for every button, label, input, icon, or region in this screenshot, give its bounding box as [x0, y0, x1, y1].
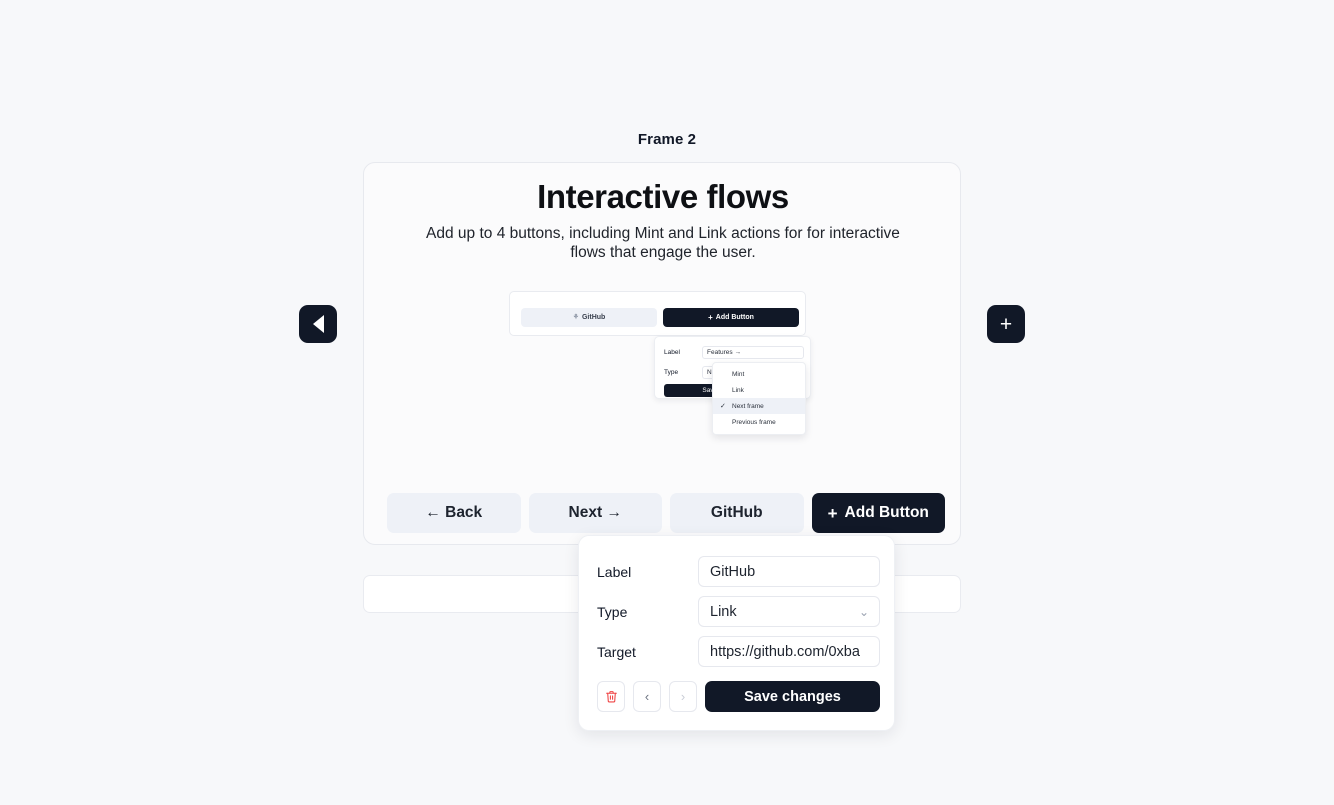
frame-card: Interactive flows Add up to 4 buttons, i…	[363, 162, 961, 545]
type-caption: Type	[597, 603, 628, 620]
editor-action-row: ‹ › Save changes	[597, 681, 880, 712]
plus-icon: +	[999, 312, 1013, 336]
mini-preview: ⚘ GitHub + Add Button Label Features → T…	[506, 291, 811, 451]
chevron-down-icon: ⌄	[858, 604, 869, 619]
type-value: Link	[710, 603, 737, 620]
mini-type-dropdown-menu: Mint Link ✓ Next frame Previous frame	[712, 362, 806, 435]
delete-button[interactable]	[597, 681, 625, 712]
mini-add-button[interactable]: + Add Button	[663, 308, 799, 327]
mini-button-row: ⚘ GitHub + Add Button	[521, 308, 799, 327]
triangle-left-icon	[312, 315, 324, 333]
mini-label-input[interactable]: Features →	[702, 345, 804, 359]
button-editor-panel: Label GitHub Type Link ⌄ Target https://…	[578, 535, 895, 731]
editor-label-row: Label GitHub	[597, 556, 880, 587]
add-button[interactable]: + Add Button	[811, 493, 945, 533]
check-icon: ✓	[720, 403, 726, 410]
target-input[interactable]: https://github.com/0xba	[698, 636, 880, 667]
mini-type-caption: Type	[664, 368, 679, 376]
page-subtitle: Add up to 4 buttons, including Mint and …	[426, 225, 900, 261]
next-button[interactable]: Next →	[528, 493, 662, 533]
mini-option-label: Next frame	[732, 402, 764, 410]
mini-dropdown-option-link[interactable]: Link	[713, 382, 805, 398]
mini-dropdown-option-mint[interactable]: Mint	[713, 366, 805, 382]
trash-icon	[605, 691, 617, 703]
label-input[interactable]: GitHub	[698, 556, 880, 587]
app-canvas: Frame 2 Interactive flows Add up to 4 bu…	[0, 0, 1334, 805]
mini-add-button-label: Add Button	[715, 314, 754, 321]
back-button[interactable]: ← Back	[387, 493, 521, 533]
github-icon: ⚘	[572, 314, 579, 321]
next-button-stepper[interactable]: ›	[669, 681, 697, 712]
mini-github-button[interactable]: ⚘ GitHub	[521, 308, 657, 327]
editor-target-row: Target https://github.com/0xba	[597, 636, 880, 667]
type-select[interactable]: Link ⌄	[698, 596, 880, 627]
frame-label: Frame 2	[637, 131, 697, 148]
save-changes-button[interactable]: Save changes	[705, 681, 880, 712]
plus-icon: +	[708, 312, 713, 322]
target-caption: Target	[597, 643, 636, 660]
mini-option-label: Mint	[732, 370, 745, 378]
mini-option-label: Previous frame	[732, 418, 776, 426]
mini-preview-card: ⚘ GitHub + Add Button	[509, 291, 806, 336]
github-button[interactable]: GitHub	[670, 493, 804, 533]
editor-type-row: Type Link ⌄	[597, 596, 880, 627]
mini-label-row: Label Features →	[664, 345, 804, 359]
add-frame-button[interactable]: +	[987, 305, 1025, 343]
plus-icon: +	[827, 503, 838, 523]
mini-github-label: GitHub	[581, 314, 606, 321]
mini-option-label: Link	[732, 386, 744, 394]
main-button-row: ← Back Next → GitHub + Add Button	[387, 493, 945, 533]
page-title: Interactive flows	[537, 178, 789, 215]
previous-button[interactable]: ‹	[633, 681, 661, 712]
mini-dropdown-option-next-frame[interactable]: ✓ Next frame	[713, 398, 805, 414]
add-button-label: Add Button	[844, 504, 929, 521]
label-caption: Label	[597, 563, 632, 580]
previous-frame-button[interactable]	[299, 305, 337, 343]
mini-dropdown-option-previous-frame[interactable]: Previous frame	[713, 414, 805, 430]
mini-label-caption: Label	[664, 348, 680, 356]
